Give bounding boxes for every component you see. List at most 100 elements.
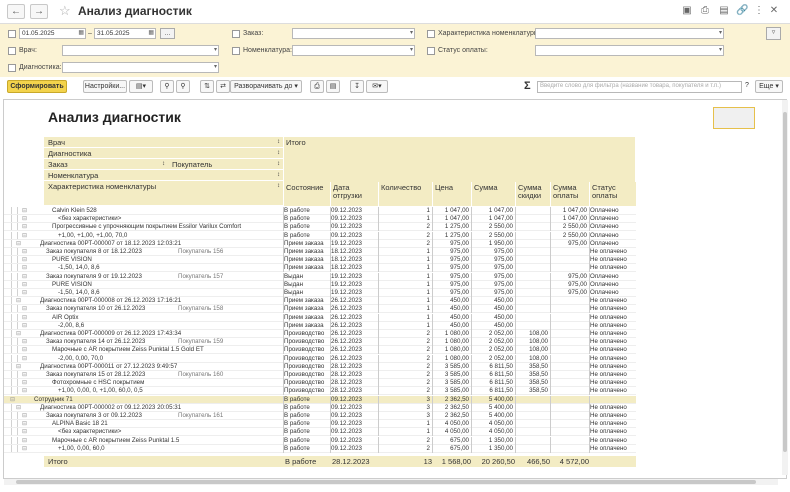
tree-toggle-icon[interactable]: │ — [10, 330, 15, 338]
tree-toggle-icon[interactable]: │ — [10, 404, 15, 412]
table-row[interactable]: │ │ ⊟ Заказ покупателя 10 от 26.12.2023 Поку… — [4, 305, 636, 314]
table-row[interactable]: │ ⊟ Диагностика 00РТ-000007 от 18.12.2023 … — [4, 239, 636, 248]
tree-toggle-icon[interactable]: │ — [10, 437, 15, 445]
table-row[interactable]: │ │ ⊟ +1,00, 0,00, 60,0 В работе 09.12.2023 2 6… — [4, 444, 636, 453]
chevron-down-icon[interactable]: ▾ — [410, 29, 413, 38]
tree-toggle-icon[interactable]: │ — [10, 445, 15, 453]
tree-toggle-icon[interactable]: ⊟ — [22, 371, 27, 379]
sort-icon[interactable]: ↕ — [277, 148, 280, 159]
tree-toggle-icon[interactable]: │ — [16, 322, 21, 330]
table-row[interactable]: │ ⊟ Диагностика 00РТ-000009 от 26.12.2023 … — [4, 330, 636, 338]
tree-toggle-icon[interactable]: ⊟ — [22, 314, 27, 322]
tree-toggle-icon[interactable]: │ — [10, 322, 15, 330]
tree-toggle-icon[interactable]: │ — [10, 207, 15, 215]
chevron-down-icon[interactable]: ▾ — [214, 46, 217, 55]
tree-toggle-icon[interactable]: │ — [16, 314, 21, 322]
tree-toggle-icon[interactable]: │ — [16, 346, 21, 354]
chevron-down-icon[interactable]: ▾ — [719, 29, 722, 38]
chevron-down-icon[interactable]: ▾ — [719, 46, 722, 55]
tree-toggle-icon[interactable]: ⊟ — [16, 297, 21, 305]
search-clear-icon[interactable]: ⚲ — [176, 80, 190, 93]
table-row[interactable]: │ │ ⊟ ALPINA Basic 18 21 В работе 09.12.2023 1… — [4, 420, 636, 429]
table-row[interactable]: │ │ ⊟ <без характеристики> В работе 09.12.202… — [4, 215, 636, 224]
tree-toggle-icon[interactable]: │ — [16, 355, 21, 363]
tree-toggle-icon[interactable]: │ — [16, 273, 21, 281]
grouping-vrach[interactable]: Врач ↕ — [44, 137, 283, 148]
tree-toggle-icon[interactable]: │ — [10, 314, 15, 322]
tree-toggle-icon[interactable]: ⊟ — [10, 396, 15, 404]
selected-cell[interactable] — [713, 107, 755, 129]
tree-toggle-icon[interactable]: ⊟ — [22, 346, 27, 354]
tree-toggle-icon[interactable]: │ — [10, 305, 15, 313]
tree-toggle-icon[interactable]: ⊟ — [22, 273, 27, 281]
tree-toggle-icon[interactable]: ⊟ — [22, 281, 27, 289]
col-status[interactable]: Статус оплаты — [590, 182, 636, 206]
vertical-scrollbar[interactable] — [782, 100, 788, 475]
tree-toggle-icon[interactable]: ⊟ — [22, 379, 27, 387]
more-menu-icon[interactable]: ⋮ — [753, 5, 765, 17]
tree-toggle-icon[interactable]: ⊟ — [16, 330, 21, 338]
tree-toggle-icon[interactable]: │ — [10, 281, 15, 289]
tree-toggle-icon[interactable]: │ — [10, 240, 15, 248]
sort-icon[interactable]: ↕ — [162, 159, 165, 170]
tree-toggle-icon[interactable]: ⊟ — [22, 322, 27, 330]
nomenklatura-checkbox[interactable] — [232, 47, 240, 55]
tree-toggle-icon[interactable]: ⊟ — [22, 289, 27, 297]
close-icon[interactable]: ✕ — [768, 5, 780, 17]
calendar-icon[interactable]: ▦ — [148, 29, 154, 38]
tree-toggle-icon[interactable]: │ — [16, 420, 21, 428]
tree-toggle-icon[interactable]: ⊟ — [16, 240, 21, 248]
report-search-input[interactable]: Введите слово для фильтра (название това… — [537, 81, 742, 93]
tree-toggle-icon[interactable]: │ — [16, 207, 21, 215]
tree-toggle-icon[interactable]: │ — [16, 305, 21, 313]
scroll-thumb[interactable] — [783, 112, 787, 452]
generate-button[interactable]: Сформировать — [7, 80, 67, 93]
tree-toggle-icon[interactable]: ⊟ — [22, 215, 27, 223]
tree-toggle-icon[interactable]: ⊟ — [22, 428, 27, 436]
tree-toggle-icon[interactable]: │ — [10, 363, 15, 371]
tree-toggle-icon[interactable]: │ — [16, 428, 21, 436]
tree-toggle-icon[interactable]: │ — [16, 412, 21, 420]
sort-icon[interactable]: ↕ — [277, 181, 280, 192]
table-row[interactable]: │ │ ⊟ Марочные с AR покрытием Zeiss Punktal… — [4, 346, 636, 355]
tree-toggle-icon[interactable]: ⊟ — [22, 232, 27, 240]
table-row[interactable]: │ │ ⊟ Марочные с AR покрытием Zeiss Punktal… — [4, 436, 636, 445]
settings-button[interactable]: Настройки... — [83, 80, 127, 93]
tree-toggle-icon[interactable]: │ — [16, 248, 21, 256]
tree-toggle-icon[interactable]: │ — [16, 445, 21, 453]
table-row[interactable]: │ │ ⊟ Calvin Klein 528 В работе 09.12.2023 1 1 … — [4, 207, 636, 215]
favorite-star-icon[interactable]: ☆ — [59, 3, 71, 19]
search-help-icon[interactable]: ? — [743, 80, 751, 93]
tree-toggle-icon[interactable]: │ — [10, 256, 15, 264]
col-qty[interactable]: Количество — [379, 182, 432, 206]
diagnostika-checkbox[interactable] — [8, 64, 16, 72]
tree-toggle-icon[interactable]: │ — [10, 297, 15, 305]
tree-toggle-icon[interactable]: │ — [10, 215, 15, 223]
zakaz-checkbox[interactable] — [232, 30, 240, 38]
table-row[interactable]: │ │ ⊟ -1,50, 14,0, 8,6 Выдан 19.12.2023 1 975,0… — [4, 289, 636, 297]
tree-toggle-icon[interactable]: │ — [16, 437, 21, 445]
tree-toggle-icon[interactable]: │ — [10, 248, 15, 256]
scroll-thumb[interactable] — [16, 480, 756, 484]
tree-toggle-icon[interactable]: ⊟ — [22, 355, 27, 363]
zakaz-field[interactable]: ▾ — [292, 28, 415, 39]
tree-toggle-icon[interactable]: │ — [10, 428, 15, 436]
table-row[interactable]: │ ⊟ Диагностика 00РТ-000011 от 27.12.2023 … — [4, 362, 636, 371]
vrach-checkbox[interactable] — [8, 47, 16, 55]
tree-toggle-icon[interactable]: │ — [16, 256, 21, 264]
period-select-button[interactable]: ... — [160, 28, 175, 39]
tree-toggle-icon[interactable]: ⊟ — [22, 420, 27, 428]
tree-toggle-icon[interactable]: ⊟ — [22, 248, 27, 256]
table-row[interactable]: │ │ ⊟ Заказ покупателя 3 от 09.12.2023 Покуп… — [4, 412, 636, 420]
table-row[interactable]: │ │ ⊟ -2,00, 8,6 Прием заказа 26.12.2023 1 450,… — [4, 321, 636, 330]
chevron-down-icon[interactable]: ▾ — [214, 63, 217, 72]
tree-toggle-icon[interactable]: ⊟ — [22, 387, 27, 395]
variant-icon[interactable]: ▤▾ — [129, 80, 153, 93]
tree-toggle-icon[interactable]: ⊟ — [22, 256, 27, 264]
tree-toggle-icon[interactable]: │ — [10, 264, 15, 272]
expand-icon[interactable]: ⇄ — [216, 80, 230, 93]
table-row[interactable]: │ │ ⊟ Прогрессивные с упрочняющим покрытием… — [4, 223, 636, 232]
more-button[interactable]: Еще ▾ — [755, 80, 783, 93]
document-icon[interactable]: ▤ — [718, 5, 730, 17]
horizontal-scrollbar[interactable] — [4, 479, 778, 485]
